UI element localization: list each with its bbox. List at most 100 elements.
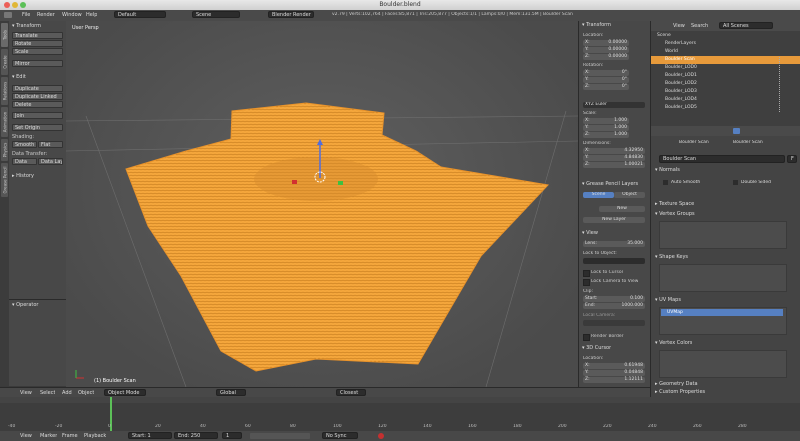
location-z-field[interactable]: Z: 0.00000 [583,54,629,60]
end-frame-field[interactable]: End: 250 [174,432,218,439]
vertex-colors-header[interactable]: ▾ Vertex Colors [655,340,692,347]
scale-y-field[interactable]: Y: 1.000 [583,125,629,131]
rotation-y-field[interactable]: Y: 0° [583,77,629,83]
mesh-name-field[interactable]: Boulder Scan [659,155,785,163]
data-layout-button[interactable]: Data Layo [38,158,63,165]
outliner-item-lod4[interactable]: Boulder_LOD4 [665,96,697,104]
grease-pencil-layers-header[interactable]: ▾ Grease Pencil Layers [582,181,638,188]
y-axis-gizmo[interactable] [338,181,343,185]
location-x-field[interactable]: X: 0.00000 [583,40,629,46]
auto-smooth-label[interactable]: Auto Smooth [671,180,700,185]
playback-controls[interactable] [250,433,310,439]
outliner-item-scene[interactable]: Scene [657,32,671,40]
start-frame-field[interactable]: Start: 1 [128,432,172,439]
tab-relations[interactable]: Relations [1,77,8,105]
lock-to-cursor-label[interactable]: Lock to Cursor [591,270,623,275]
menu-help[interactable]: Help [86,12,97,18]
menu-file[interactable]: File [22,12,30,18]
dimension-z-field[interactable]: Z: 1.00021 [583,162,645,168]
new-layer-button[interactable]: New Layer [583,217,645,223]
editor-type-icon[interactable] [4,12,12,18]
set-origin-dropdown[interactable]: Set Origin [12,124,63,131]
cursor-x-field[interactable]: X: 0.61948 [583,363,645,369]
x-axis-gizmo[interactable] [292,180,297,184]
layout-selector[interactable]: Default [114,11,166,18]
record-icon[interactable] [378,433,384,439]
texture-space-header[interactable]: ▸ Texture Space [655,201,694,208]
tab-animation[interactable]: Animation [1,107,8,137]
mode-dropdown[interactable]: Object Mode [104,389,146,396]
tab-physics[interactable]: Physics [1,139,8,161]
clip-start-field[interactable]: Start: 0.100 [583,296,645,302]
transform-orientation-dropdown[interactable]: Global [216,389,246,396]
duplicate-linked-button[interactable]: Duplicate Linked [12,93,63,100]
dimension-x-field[interactable]: X: 4.32950 [583,148,645,154]
menu-window[interactable]: Window [62,12,82,18]
3d-cursor-header[interactable]: ▾ 3D Cursor [582,345,611,352]
timeline-view-menu[interactable]: View [20,433,32,439]
timeline-frame-menu[interactable]: Frame [62,433,78,439]
header-select-menu[interactable]: Select [40,390,55,396]
rotate-button[interactable]: Rotate [12,40,63,47]
vertex-colors-list[interactable] [659,350,787,378]
timeline[interactable]: -40 -20 0 20 40 60 80 100 120 140 160 18… [0,397,800,431]
timeline-playback-menu[interactable]: Playback [84,433,106,439]
outliner-filter-dropdown[interactable]: All Scenes [719,22,773,29]
tab-create[interactable]: Create [1,49,8,75]
fake-user-button[interactable]: F [787,155,797,163]
lens-field[interactable]: Lens: 35.000 [583,241,645,247]
grease-object-button[interactable]: Object [614,192,645,198]
view-panel-header[interactable]: ▾ View [582,230,598,237]
clip-end-field[interactable]: End: 1000.000 [583,303,645,309]
current-frame-field[interactable]: 1 [222,432,242,439]
cursor-y-field[interactable]: Y: 0.04848 [583,370,645,376]
boulder-scan-mesh[interactable] [125,102,550,372]
menu-render[interactable]: Render [37,12,55,18]
3d-viewport[interactable]: User Persp (1) Boulder Scan [66,21,578,387]
scale-z-field[interactable]: Z: 1.000 [583,132,629,138]
render-border-label[interactable]: Render Border [591,334,624,339]
lock-camera-label[interactable]: Lock Camera to View [591,279,638,284]
smooth-button[interactable]: Smooth [12,141,37,148]
outliner-item-lod1[interactable]: Boulder_LOD1 [665,72,697,80]
tab-tools[interactable]: Tools [1,23,8,47]
vertex-groups-header[interactable]: ▾ Vertex Groups [655,211,695,218]
mirror-button[interactable]: Mirror [12,60,63,67]
sync-dropdown[interactable]: No Sync [322,432,358,439]
scale-button[interactable]: Scale [12,48,63,55]
outliner-item-lod2[interactable]: Boulder_LOD2 [665,80,697,88]
grease-new-button[interactable]: New [599,206,645,212]
outliner-item-world[interactable]: World [665,48,678,56]
translate-button[interactable]: Translate [12,32,63,39]
normals-header[interactable]: ▾ Normals [655,167,680,174]
outliner-item-lod3[interactable]: Boulder_LOD3 [665,88,697,96]
outliner-item-lod0[interactable]: Boulder_LOD0 [665,64,697,72]
header-add-menu[interactable]: Add [62,390,72,396]
double-sided-checkbox[interactable] [733,180,738,185]
render-engine-selector[interactable]: Blender Render [268,11,314,18]
double-sided-label[interactable]: Double Sided [741,180,771,185]
timeline-marker-menu[interactable]: Marker [40,433,57,439]
outliner-item-boulder-scan[interactable]: Boulder Scan [665,56,695,64]
cursor-z-field[interactable]: Z: 1.12111 [583,377,645,383]
snap-target-dropdown[interactable]: Closest [336,389,366,396]
header-view-menu[interactable]: View [20,390,32,396]
scale-x-field[interactable]: X: 1.000 [583,118,629,124]
lock-cursor-checkbox[interactable] [583,270,590,277]
shape-keys-header[interactable]: ▾ Shape Keys [655,254,688,261]
lock-object-field[interactable] [583,258,645,264]
visibility-eye-icons[interactable] [779,57,786,112]
transform-panel-header[interactable]: ▾ Transform [12,23,41,30]
edit-panel-header[interactable]: ▾ Edit [12,74,26,81]
delete-button[interactable]: Delete [12,101,63,108]
location-y-field[interactable]: Y: 0.00000 [583,47,629,53]
dimension-y-field[interactable]: Y: 4.84830 [583,155,645,161]
outliner-item-lod5[interactable]: Boulder_LOD5 [665,104,697,112]
outliner-view-menu[interactable]: View [673,23,685,29]
shape-keys-list[interactable] [659,264,787,292]
custom-properties-header[interactable]: ▸ Custom Properties [655,389,705,396]
history-panel-header[interactable]: ▸ History [12,173,34,180]
local-camera-field[interactable] [583,320,645,326]
header-object-menu[interactable]: Object [78,390,94,396]
uv-map-item[interactable]: UVMap [661,309,783,316]
